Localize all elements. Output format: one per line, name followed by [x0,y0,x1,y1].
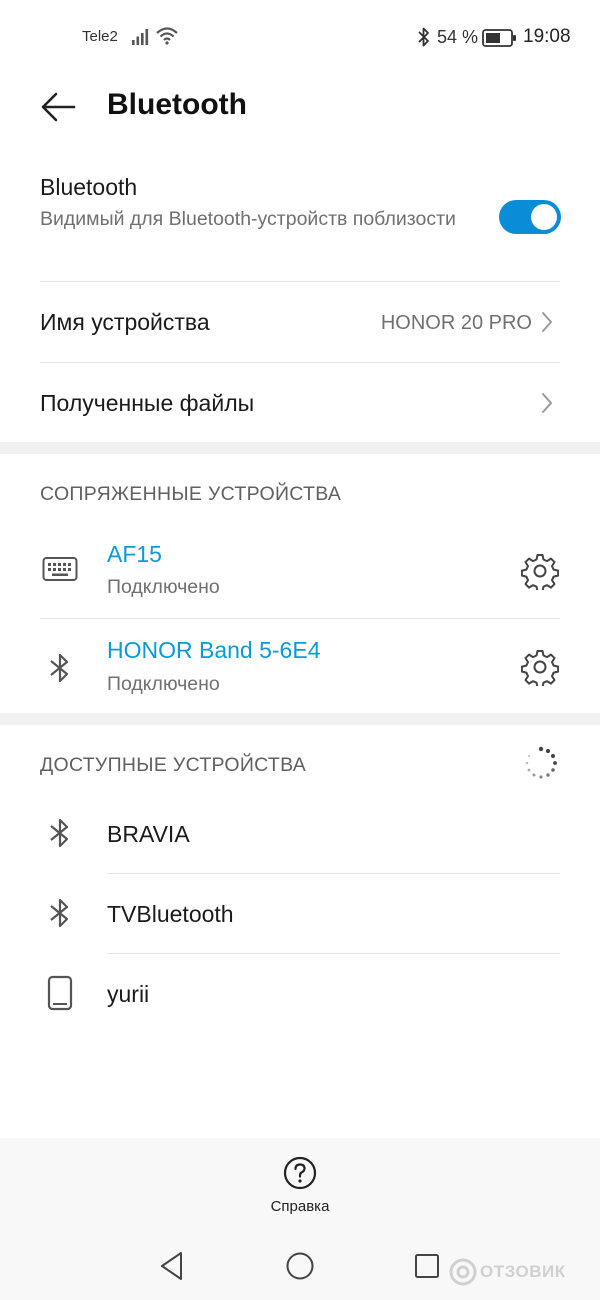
chevron-right-icon [540,310,554,339]
help-question-icon [283,1156,317,1195]
chevron-right-icon [540,391,554,420]
switch-knob [531,204,557,230]
available-device-row[interactable]: yurii [0,954,600,1034]
battery-icon [482,28,518,53]
available-device-name: yurii [107,981,150,1007]
available-device-name: BRAVIA [107,821,190,847]
device-name-value: HONOR 20 PRO [380,312,532,334]
received-files-label: Полученные файлы [40,390,255,416]
keyboard-icon [42,555,78,588]
bluetooth-icon [48,896,72,935]
available-device-row[interactable]: BRAVIA [0,794,600,874]
clock: 19:08 [523,26,571,47]
device-settings-gear-icon[interactable] [520,552,560,595]
device-name-row[interactable]: Имя устройства HONOR 20 PRO [0,282,600,362]
back-button[interactable] [36,86,84,130]
device-settings-gear-icon[interactable] [520,648,560,691]
paired-device-row[interactable]: AF15 Подключено [0,525,600,617]
watermark-text: ОТЗОВИК [480,1262,566,1281]
bluetooth-switch[interactable] [499,200,561,234]
carrier-label: Tele2 [82,28,118,45]
available-devices-header: ДОСТУПНЫЕ УСТРОЙСТВА [40,754,307,776]
watermark-logo-icon [448,1257,478,1292]
paired-device-name: AF15 [107,541,162,567]
page-title: Bluetooth [107,88,247,121]
bluetooth-toggle-subtitle: Видимый для Bluetooth-устройств поблизос… [40,208,456,230]
loading-spinner-icon [523,745,559,786]
nav-recents-icon[interactable] [413,1252,441,1285]
bluetooth-toggle-title: Bluetooth [40,174,138,200]
paired-device-status: Подключено [107,576,220,598]
back-arrow-icon [41,92,76,122]
section-separator [0,713,600,725]
paired-device-status: Подключено [107,673,220,695]
nav-back-icon[interactable] [158,1250,186,1287]
paired-device-name: HONOR Band 5-6E4 [107,637,321,663]
received-files-row[interactable]: Полученные файлы [0,363,600,443]
section-separator [0,442,600,454]
signal-icon [131,26,151,51]
status-bar: Tele2 54 % 19:08 [0,0,600,76]
phone-icon [47,975,73,1016]
available-device-name: TVBluetooth [107,901,234,927]
paired-devices-header: СОПРЯЖЕННЫЕ УСТРОЙСТВА [40,483,342,505]
bluetooth-icon [416,26,432,53]
paired-device-row[interactable]: HONOR Band 5-6E4 Подключено [0,619,600,713]
help-label: Справка [270,1198,330,1215]
bluetooth-icon [48,816,72,855]
nav-home-icon[interactable] [285,1251,315,1286]
help-button[interactable]: Справка [250,1152,350,1222]
available-device-row[interactable]: TVBluetooth [0,874,600,954]
battery-percent: 54 % [437,27,479,47]
wifi-icon [155,26,179,51]
device-name-label: Имя устройства [40,309,210,335]
bluetooth-icon [48,651,72,690]
